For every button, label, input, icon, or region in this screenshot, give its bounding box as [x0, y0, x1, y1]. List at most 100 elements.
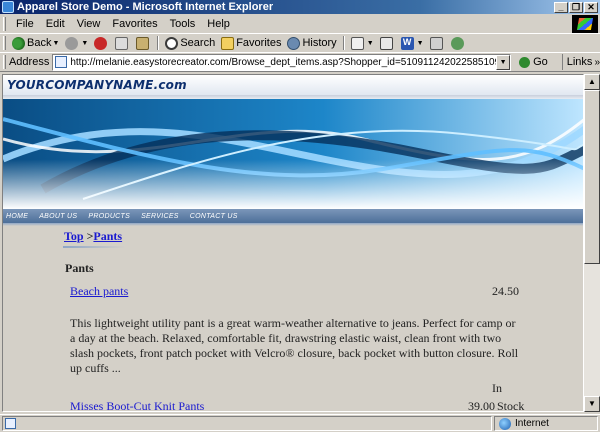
window-title: Apparel Store Demo - Microsoft Internet …: [17, 1, 274, 13]
window-controls: _ ❐ ✕: [554, 1, 598, 13]
scrollbar-thumb[interactable]: [584, 90, 600, 264]
back-button[interactable]: Back ▼: [9, 35, 62, 51]
page-icon: [55, 56, 68, 68]
menu-favorites[interactable]: Favorites: [106, 18, 163, 30]
search-label: Search: [180, 37, 216, 49]
menu-file[interactable]: File: [10, 18, 40, 30]
go-label: Go: [533, 56, 548, 68]
print-icon: [379, 36, 393, 50]
product-link-misses-boot-cut[interactable]: Misses Boot-Cut Knit Pants: [70, 399, 204, 411]
menu-tools[interactable]: Tools: [164, 18, 202, 30]
favorites-button[interactable]: Favorites: [218, 35, 284, 51]
address-bar: Address http://melanie.easystorecreator.…: [0, 52, 600, 72]
go-button[interactable]: Go: [519, 56, 548, 68]
breadcrumb: Top >Pants: [64, 229, 122, 244]
nav-shadow: [3, 223, 583, 226]
windows-flag-icon: [576, 18, 594, 30]
nav-home[interactable]: HOME: [3, 213, 36, 220]
toolbar-grip: [3, 36, 6, 50]
globe-icon: [499, 417, 511, 430]
toolbar-separator: [157, 36, 160, 50]
stop-button[interactable]: [91, 35, 112, 51]
ie-app-icon: [2, 1, 14, 13]
menu-help[interactable]: Help: [201, 18, 236, 30]
nav-services[interactable]: SERVICES: [138, 213, 187, 220]
address-dropdown-icon[interactable]: ▼: [496, 54, 511, 70]
forward-button[interactable]: ▼: [62, 35, 91, 51]
back-arrow-icon: [12, 36, 25, 50]
stock-status-line2: Stock: [497, 399, 525, 412]
status-bar: Internet: [0, 414, 600, 432]
product-link-beach-pants[interactable]: Beach pants: [70, 284, 128, 299]
stock-status-line1: In: [492, 381, 502, 395]
mail-dropdown-icon[interactable]: ▼: [367, 40, 374, 47]
toolbar-separator: [342, 36, 345, 50]
maximize-button[interactable]: ❐: [569, 1, 583, 13]
section-title: Pants: [65, 261, 94, 275]
product-description: This lightweight utility pant is a great…: [70, 316, 519, 375]
word-icon: W: [400, 36, 414, 50]
search-button[interactable]: Search: [162, 35, 218, 51]
breadcrumb-separator: >: [83, 229, 94, 243]
edit-dropdown-icon[interactable]: ▼: [417, 40, 424, 47]
nav-about-us[interactable]: ABOUT US: [36, 213, 85, 220]
home-icon: [136, 36, 150, 50]
page-viewport: YOURCOMPANYNAME.com HOME ABOUT US PRODUC…: [2, 74, 584, 412]
refresh-button[interactable]: [112, 35, 133, 51]
site-logo[interactable]: YOURCOMPANYNAME.com: [7, 78, 187, 92]
breadcrumb-underline: [63, 246, 125, 248]
minimize-button[interactable]: _: [554, 1, 568, 13]
print-button[interactable]: [377, 35, 398, 51]
discuss-icon: [429, 36, 443, 50]
page-status-icon: [5, 418, 16, 429]
menu-grip: [3, 16, 6, 31]
address-url[interactable]: http://melanie.easystorecreator.com/Brow…: [70, 57, 496, 68]
forward-dropdown-icon[interactable]: ▼: [81, 40, 88, 47]
menu-view[interactable]: View: [71, 18, 107, 30]
product-price: 24.50: [492, 284, 519, 298]
favorites-label: Favorites: [236, 37, 282, 49]
links-button[interactable]: Links »: [561, 54, 600, 70]
go-arrow-icon: [519, 56, 531, 68]
ie-throbber-logo: [572, 15, 598, 33]
scroll-up-arrow-icon[interactable]: ▲: [584, 74, 600, 90]
site-nav-bar: HOME ABOUT US PRODUCTS SERVICES CONTACT …: [3, 209, 583, 223]
refresh-icon: [115, 36, 129, 50]
links-label: Links: [566, 56, 593, 68]
menu-edit[interactable]: Edit: [40, 18, 71, 30]
breadcrumb-top-link[interactable]: Top: [64, 229, 84, 243]
chevron-right-icon: »: [594, 56, 600, 68]
address-input[interactable]: http://melanie.easystorecreator.com/Brow…: [52, 53, 512, 71]
address-grip: [3, 55, 6, 69]
site-header: YOURCOMPANYNAME.com: [3, 75, 583, 99]
vertical-scrollbar[interactable]: ▲ ▼: [584, 74, 600, 412]
security-zone-pane: Internet: [494, 416, 598, 431]
close-button[interactable]: ✕: [584, 1, 598, 13]
search-icon: [165, 36, 179, 50]
nav-contact-us[interactable]: CONTACT US: [187, 213, 246, 220]
menu-bar: File Edit View Favorites Tools Help: [0, 14, 600, 34]
window-title-bar: Apparel Store Demo - Microsoft Internet …: [0, 0, 600, 14]
mail-button[interactable]: ▼: [348, 35, 377, 51]
history-icon: [287, 36, 301, 50]
messenger-icon: [450, 36, 464, 50]
banner-waves: [3, 99, 583, 209]
history-button[interactable]: History: [284, 35, 339, 51]
home-button[interactable]: [133, 35, 154, 51]
breadcrumb-pants-link[interactable]: Pants: [93, 229, 122, 243]
favorites-icon: [221, 36, 235, 50]
standard-toolbar: Back ▼ ▼ Search Favorites History ▼ W ▼: [0, 35, 600, 51]
scroll-down-arrow-icon[interactable]: ▼: [584, 396, 600, 412]
nav-products[interactable]: PRODUCTS: [85, 213, 138, 220]
status-text-pane: [2, 416, 492, 431]
back-label: Back: [27, 37, 52, 49]
back-dropdown-icon[interactable]: ▼: [52, 40, 59, 47]
messenger-button[interactable]: [448, 35, 469, 51]
mail-icon: [350, 36, 364, 50]
history-label: History: [302, 37, 337, 49]
address-label: Address: [8, 56, 50, 68]
product-price: 39.00: [468, 399, 495, 412]
discuss-button[interactable]: [427, 35, 448, 51]
edit-button[interactable]: W ▼: [398, 35, 427, 51]
stop-icon: [94, 36, 108, 50]
